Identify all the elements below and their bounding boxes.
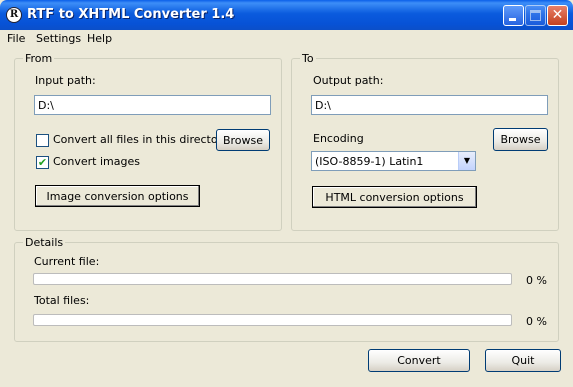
menu-file[interactable]: File [7,32,25,45]
encoding-selected-value: (ISO-8859-1) Latin1 [315,155,424,168]
output-path-label: Output path: [313,74,384,87]
title-bar[interactable]: R RTF to XHTML Converter 1.4 ✕ [0,0,573,30]
input-path-label: Input path: [35,74,96,87]
convert-all-checkbox[interactable] [36,134,49,147]
app-icon: R [6,7,22,23]
output-path-field[interactable] [311,95,548,115]
input-path-field[interactable] [34,95,271,115]
minimize-button[interactable] [503,5,524,26]
convert-button[interactable]: Convert [368,349,470,372]
output-browse-button[interactable]: Browse [493,128,548,151]
convert-images-checkbox[interactable]: ✔ [36,156,49,169]
to-legend: To [300,52,316,65]
from-legend: From [23,52,55,65]
total-files-label: Total files: [34,294,90,307]
app-window: R RTF to XHTML Converter 1.4 ✕ File Sett… [0,0,573,387]
total-files-progress [33,314,512,326]
menu-settings[interactable]: Settings [36,32,81,45]
menu-help[interactable]: Help [87,32,112,45]
maximize-button [525,5,546,26]
menu-bar: File Settings Help [0,30,573,48]
close-button[interactable]: ✕ [547,5,568,26]
current-file-label: Current file: [34,255,100,268]
dropdown-arrow-icon[interactable]: ▼ [458,152,475,170]
window-title: RTF to XHTML Converter 1.4 [27,7,235,22]
convert-all-label: Convert all files in this directory [53,133,229,146]
current-file-percent: 0 % [526,274,547,287]
close-icon: ✕ [551,7,564,23]
quit-button[interactable]: Quit [485,349,561,372]
input-browse-button[interactable]: Browse [216,129,270,151]
convert-images-label: Convert images [53,155,140,168]
minimize-icon [509,18,516,21]
details-legend: Details [23,236,66,249]
maximize-icon [530,10,541,21]
current-file-progress [33,273,512,285]
html-options-button[interactable]: HTML conversion options [312,186,477,208]
check-icon: ✔ [37,156,48,169]
encoding-select[interactable]: (ISO-8859-1) Latin1 ▼ [311,151,476,171]
image-options-button[interactable]: Image conversion options [35,185,200,207]
encoding-label: Encoding [313,132,364,145]
total-files-percent: 0 % [526,315,547,328]
